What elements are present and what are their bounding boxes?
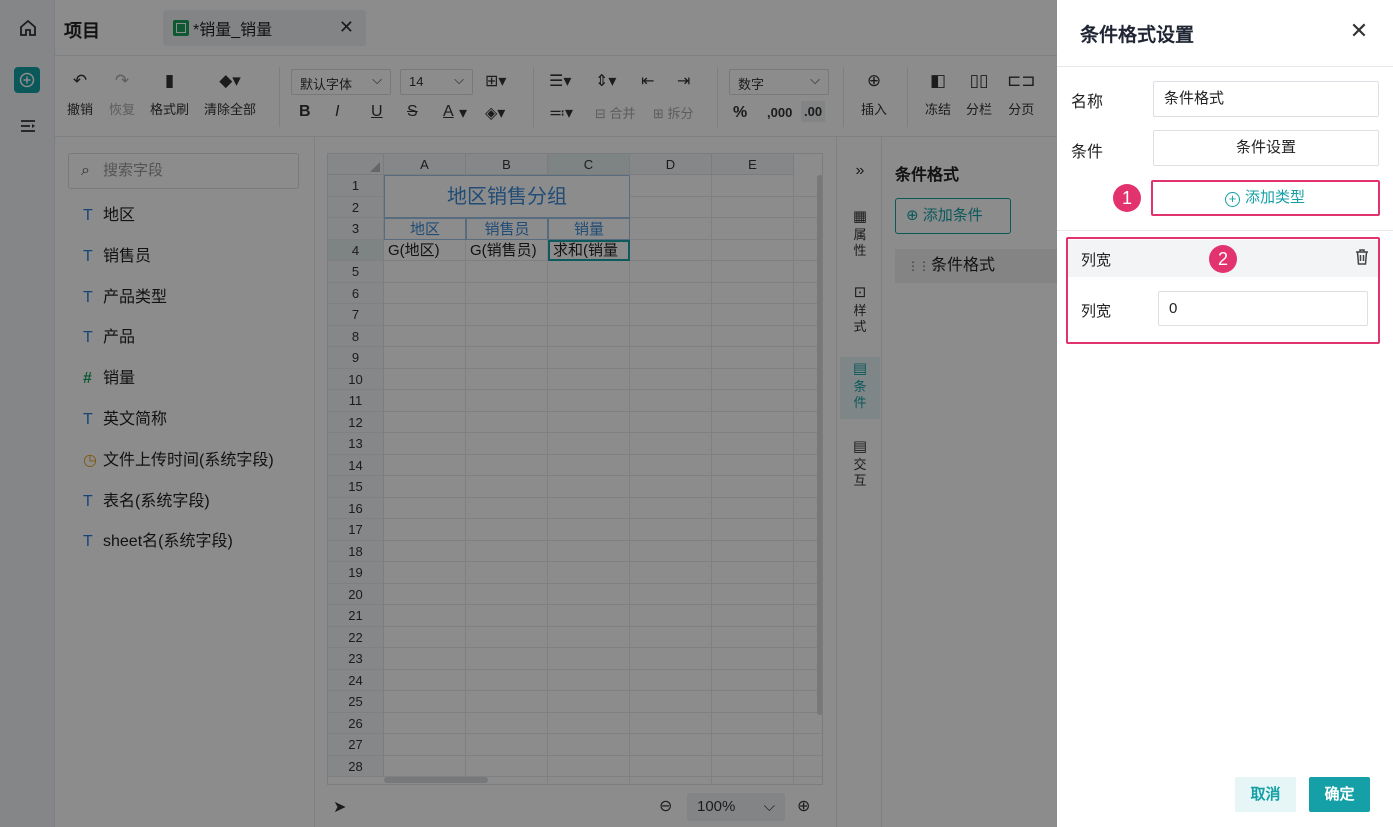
add-type-button[interactable]: + 添加类型 bbox=[1153, 182, 1377, 214]
condition-settings-button[interactable]: 条件设置 bbox=[1153, 130, 1379, 166]
divider bbox=[1057, 66, 1393, 67]
column-width-label: 列宽 bbox=[1081, 303, 1112, 320]
step-badge-2: 2 bbox=[1209, 245, 1237, 273]
column-width-input[interactable]: 0 bbox=[1158, 291, 1368, 326]
divider bbox=[1057, 230, 1393, 231]
name-label: 名称 bbox=[1071, 94, 1104, 111]
condition-label: 条件 bbox=[1071, 144, 1104, 161]
confirm-button[interactable]: 确定 bbox=[1309, 777, 1370, 812]
close-icon[interactable]: ✕ bbox=[1347, 18, 1371, 44]
plus-circle-icon: + bbox=[1224, 192, 1240, 207]
conditional-format-dialog: 条件格式设置 ✕ 名称 条件格式 条件 条件设置 1 + 添加类型 列宽 2 列宽… bbox=[1057, 0, 1393, 827]
name-input[interactable]: 条件格式 bbox=[1153, 81, 1379, 117]
step-badge-1: 1 bbox=[1113, 184, 1141, 212]
dialog-title: 条件格式设置 bbox=[1080, 25, 1195, 46]
cancel-button[interactable]: 取消 bbox=[1235, 777, 1296, 812]
